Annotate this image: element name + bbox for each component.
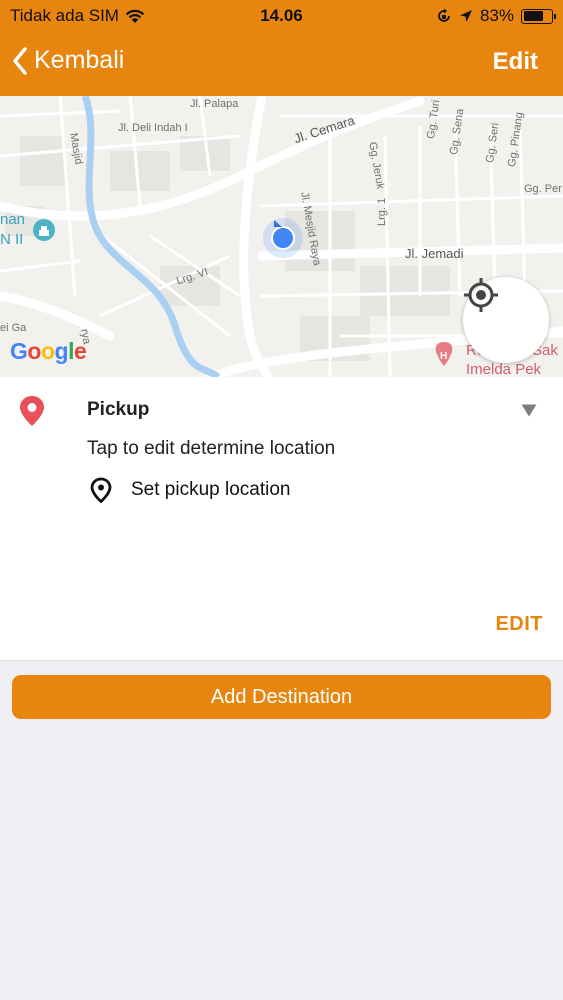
- place-label: N II: [0, 231, 24, 248]
- battery-fill: [523, 11, 544, 21]
- status-bar: Tidak ada SIM 14.06 83%: [0, 0, 563, 32]
- street-label: Jl. Jemadi: [405, 246, 464, 261]
- google-logo: Google: [10, 338, 87, 364]
- set-pickup-location-label: Set pickup location: [131, 479, 291, 500]
- street-label: Lrg. 1: [376, 197, 388, 226]
- chevron-left-icon: [13, 46, 27, 75]
- back-button[interactable]: Kembali: [12, 46, 124, 75]
- street-label: Jl. Palapa: [190, 98, 239, 110]
- location-pin-outline-icon: [90, 477, 112, 503]
- set-pickup-location[interactable]: Set pickup location: [90, 477, 291, 503]
- battery-percent: 83%: [479, 6, 514, 25]
- pickup-title: Pickup: [87, 399, 150, 420]
- place-label: ei Ga: [0, 322, 27, 334]
- pickup-hint: Tap to edit determine location: [87, 438, 336, 459]
- map-pin-icon: [20, 396, 44, 426]
- my-location-button[interactable]: [463, 277, 549, 363]
- nav-bar: Kembali Edit: [0, 32, 563, 96]
- crosshair-icon: [464, 278, 498, 312]
- place-label: Imelda Pek: [466, 361, 542, 377]
- place-label: nan: [0, 211, 26, 228]
- svg-text:H: H: [440, 351, 447, 362]
- back-label: Kembali: [34, 46, 125, 74]
- edit-nav-button[interactable]: Edit: [493, 48, 538, 76]
- street-label: Gg. Per: [524, 183, 562, 195]
- pickup-edit-button[interactable]: EDIT: [495, 613, 543, 636]
- dropdown-triangle-icon[interactable]: [521, 404, 537, 417]
- status-right: 83%: [436, 6, 556, 26]
- battery-icon: [521, 8, 556, 24]
- rotation-lock-icon: [438, 8, 450, 22]
- map-view[interactable]: H Jl. Palapa Jl. Deli Indah I Jl. Cemara…: [0, 96, 563, 377]
- street-label: Jl. Deli Indah I: [118, 122, 188, 134]
- location-arrow-icon: [459, 10, 472, 22]
- pickup-card[interactable]: Pickup Tap to edit determine location Se…: [0, 377, 563, 661]
- add-destination-button[interactable]: Add Destination: [12, 675, 551, 719]
